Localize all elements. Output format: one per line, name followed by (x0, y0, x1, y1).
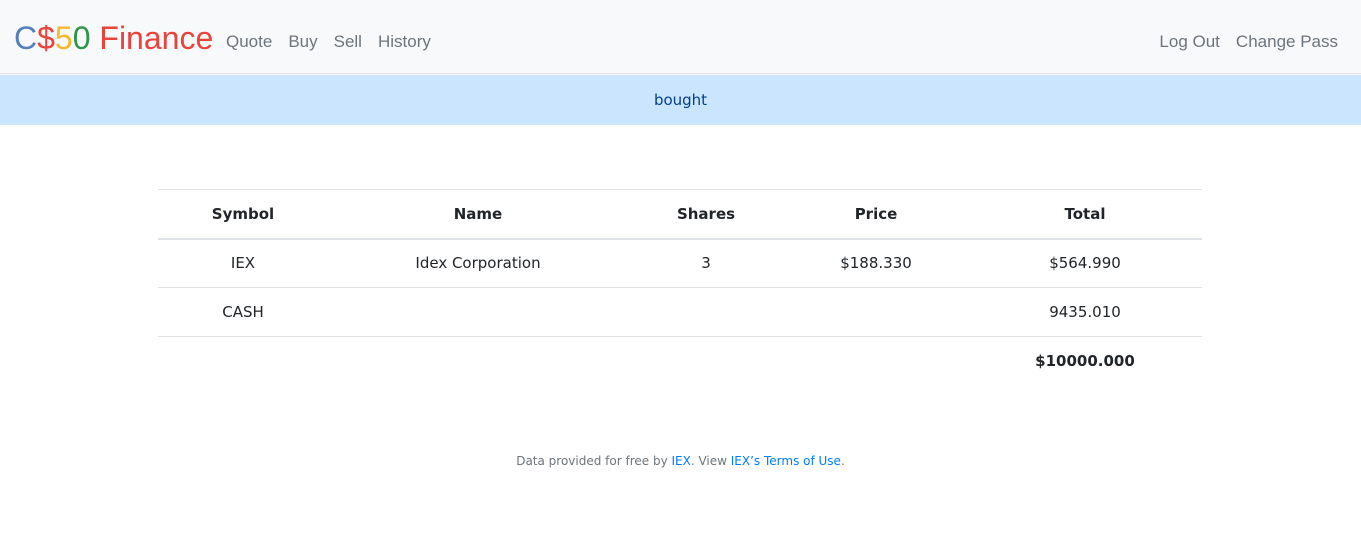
cell-name (328, 287, 628, 337)
nav-left: Quote Buy Sell History (226, 30, 431, 54)
brand-letter-0: 0 (72, 20, 91, 56)
cell-shares: 3 (628, 238, 784, 288)
header-price: Price (784, 189, 968, 240)
table-header-row: Symbol Name Shares Price Total (158, 189, 1202, 240)
nav-link-history[interactable]: History (378, 30, 431, 54)
nav-link-logout[interactable]: Log Out (1159, 30, 1220, 54)
footer-link-terms[interactable]: IEX’s Terms of Use (731, 454, 841, 468)
header-shares: Shares (628, 189, 784, 240)
portfolio-table: Symbol Name Shares Price Total IEX Idex … (158, 189, 1202, 386)
footer-text-suffix: . (840, 454, 845, 468)
alert-message: bought (0, 75, 1361, 125)
header-symbol: Symbol (158, 189, 328, 240)
cell-symbol: CASH (158, 287, 328, 337)
footer-text-middle: . View (690, 454, 731, 468)
nav-link-sell[interactable]: Sell (334, 30, 362, 54)
nav-right: Log Out Change Pass (1159, 30, 1338, 54)
header-total: Total (968, 189, 1202, 240)
navbar: C$50 Finance Quote Buy Sell History Log … (0, 0, 1361, 74)
header-name: Name (328, 189, 628, 240)
footer-text-prefix: Data provided for free by (516, 454, 672, 468)
cell-symbol: IEX (158, 238, 328, 288)
table-row: CASH 9435.010 (158, 287, 1202, 337)
total-spacer (158, 336, 968, 386)
brand-logo[interactable]: C$50 Finance (14, 18, 213, 58)
cell-shares (628, 287, 784, 337)
grand-total: $10000.000 (968, 336, 1202, 386)
cell-price (784, 287, 968, 337)
footer-link-iex[interactable]: IEX (672, 454, 691, 468)
brand-letter-c: C (14, 20, 38, 56)
table-row: IEX Idex Corporation 3 $188.330 $564.990 (158, 238, 1202, 288)
brand-letter-5: 5 (54, 20, 73, 56)
cell-total: $564.990 (968, 238, 1202, 288)
footer: Data provided for free by IEX. View IEX’… (0, 453, 1361, 469)
nav-link-buy[interactable]: Buy (288, 30, 317, 54)
cell-price: $188.330 (784, 238, 968, 288)
nav-link-change-password[interactable]: Change Pass (1236, 30, 1338, 54)
cell-total: 9435.010 (968, 287, 1202, 337)
table-total-row: $10000.000 (158, 336, 1202, 386)
brand-letter-dollar: $ (37, 20, 55, 56)
nav-link-quote[interactable]: Quote (226, 30, 272, 54)
cell-name: Idex Corporation (328, 238, 628, 288)
brand-word-finance: Finance (90, 20, 214, 56)
